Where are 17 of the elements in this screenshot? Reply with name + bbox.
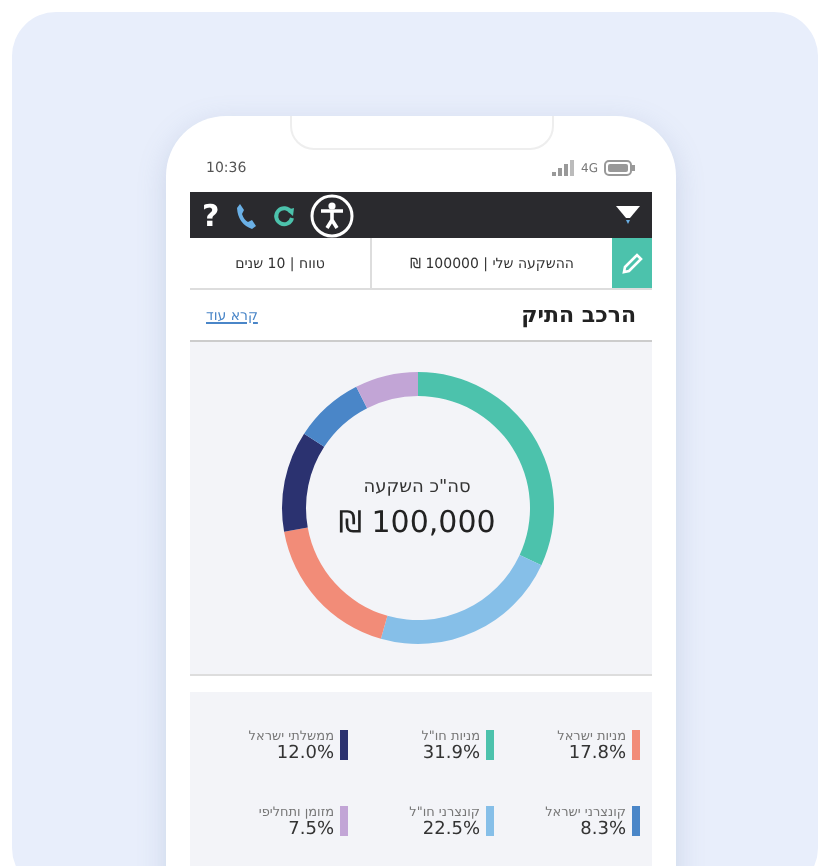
filter-icon[interactable] (616, 205, 640, 225)
accessibility-icon[interactable] (309, 193, 354, 237)
total-label: סה"כ השקעה (363, 477, 471, 497)
legend-value: 31.9% (422, 744, 480, 764)
battery-icon (604, 160, 636, 176)
total-value: 100,000 ₪ (338, 503, 496, 539)
help-button[interactable]: ? (202, 197, 220, 233)
legend-value: 22.5% (422, 820, 480, 840)
legend-value: 7.5% (288, 820, 334, 840)
phone-icon[interactable] (233, 201, 258, 229)
legend-value: 17.8% (568, 744, 626, 764)
section-title: הרכב התיק (521, 302, 636, 328)
legend-value: 12.0% (276, 744, 334, 764)
signal-icon (551, 160, 576, 176)
refresh-icon[interactable] (271, 203, 296, 227)
pencil-icon (620, 251, 644, 275)
legend-value: 8.3% (580, 820, 626, 840)
